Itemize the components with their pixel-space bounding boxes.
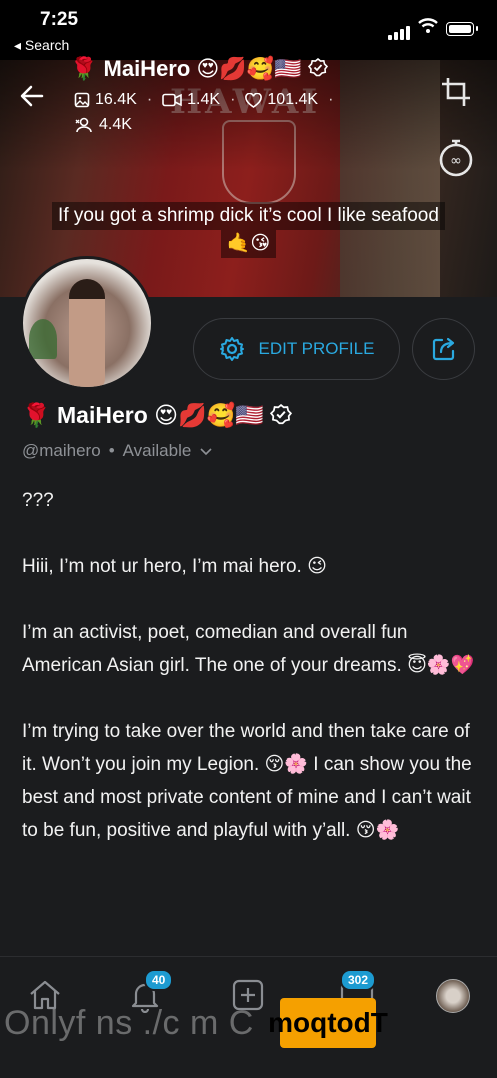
subscribers-icon [75,117,92,133]
bio-paragraph: Hiii, I’m not ur hero, I’m mai hero. 😉 [22,556,327,577]
image-icon [74,92,90,108]
likes-stat: 101.4K [245,91,318,109]
profile-avatar[interactable] [20,256,154,390]
cover-caption: If you got a shrimp dick it’s cool I lik… [0,202,497,258]
status-bar: 7:25 ◂ Search [0,0,497,60]
watermark-text: Onlyf ns ./c m C [4,1004,254,1042]
back-arrow-icon[interactable] [20,84,44,112]
verified-icon [307,57,328,77]
crop-icon[interactable] [440,76,472,113]
nav-avatar [436,979,470,1013]
notifications-badge: 40 [144,969,174,991]
back-to-search-link[interactable]: ◂ Search [14,37,69,54]
cover-name: 🌹 MaiHero 😍💋🥰🇺🇸 [70,56,328,82]
timer-icon[interactable]: ∞ [438,138,474,183]
cellular-signal-icon [388,22,412,40]
battery-icon [446,22,478,36]
svg-text:∞: ∞ [450,153,462,169]
profile-handle-row: @maihero • Available [22,441,212,461]
videos-stat: 1.4K [162,91,220,109]
bio-paragraph: ??? [22,490,54,511]
nav-profile[interactable] [436,979,470,1013]
video-icon [162,93,182,107]
wifi-icon [418,18,438,33]
bio-paragraph: I’m an activist, poet, comedian and over… [22,622,475,676]
availability-dropdown[interactable]: Available [123,441,212,460]
edit-profile-label: EDIT PROFILE [258,339,375,358]
watermark-logo: moqtodT [268,998,388,1048]
profile-name: 🌹 MaiHero 😍💋🥰🇺🇸 [22,402,293,429]
profile-bio: ??? Hiii, I’m not ur hero, I’m mai hero.… [22,484,482,847]
verified-icon [270,403,293,425]
cover-stats: 16.4K · 1.4K · 101.4K · [74,91,333,109]
status-time: 7:25 [40,9,79,30]
profile-handle: @maihero [22,441,101,460]
chevron-down-icon [200,448,212,456]
caption-emoji: 🤙😘 [220,230,277,258]
gear-icon [219,337,244,361]
subscribers-stat: 4.4K [74,116,132,134]
share-icon [432,337,454,361]
messages-badge: 302 [340,969,377,991]
share-button[interactable] [412,318,475,380]
edit-profile-button[interactable]: EDIT PROFILE [193,318,400,380]
heart-icon [245,92,263,108]
bio-paragraph: I’m trying to take over the world and th… [22,721,472,841]
photos-stat: 16.4K [74,91,137,109]
